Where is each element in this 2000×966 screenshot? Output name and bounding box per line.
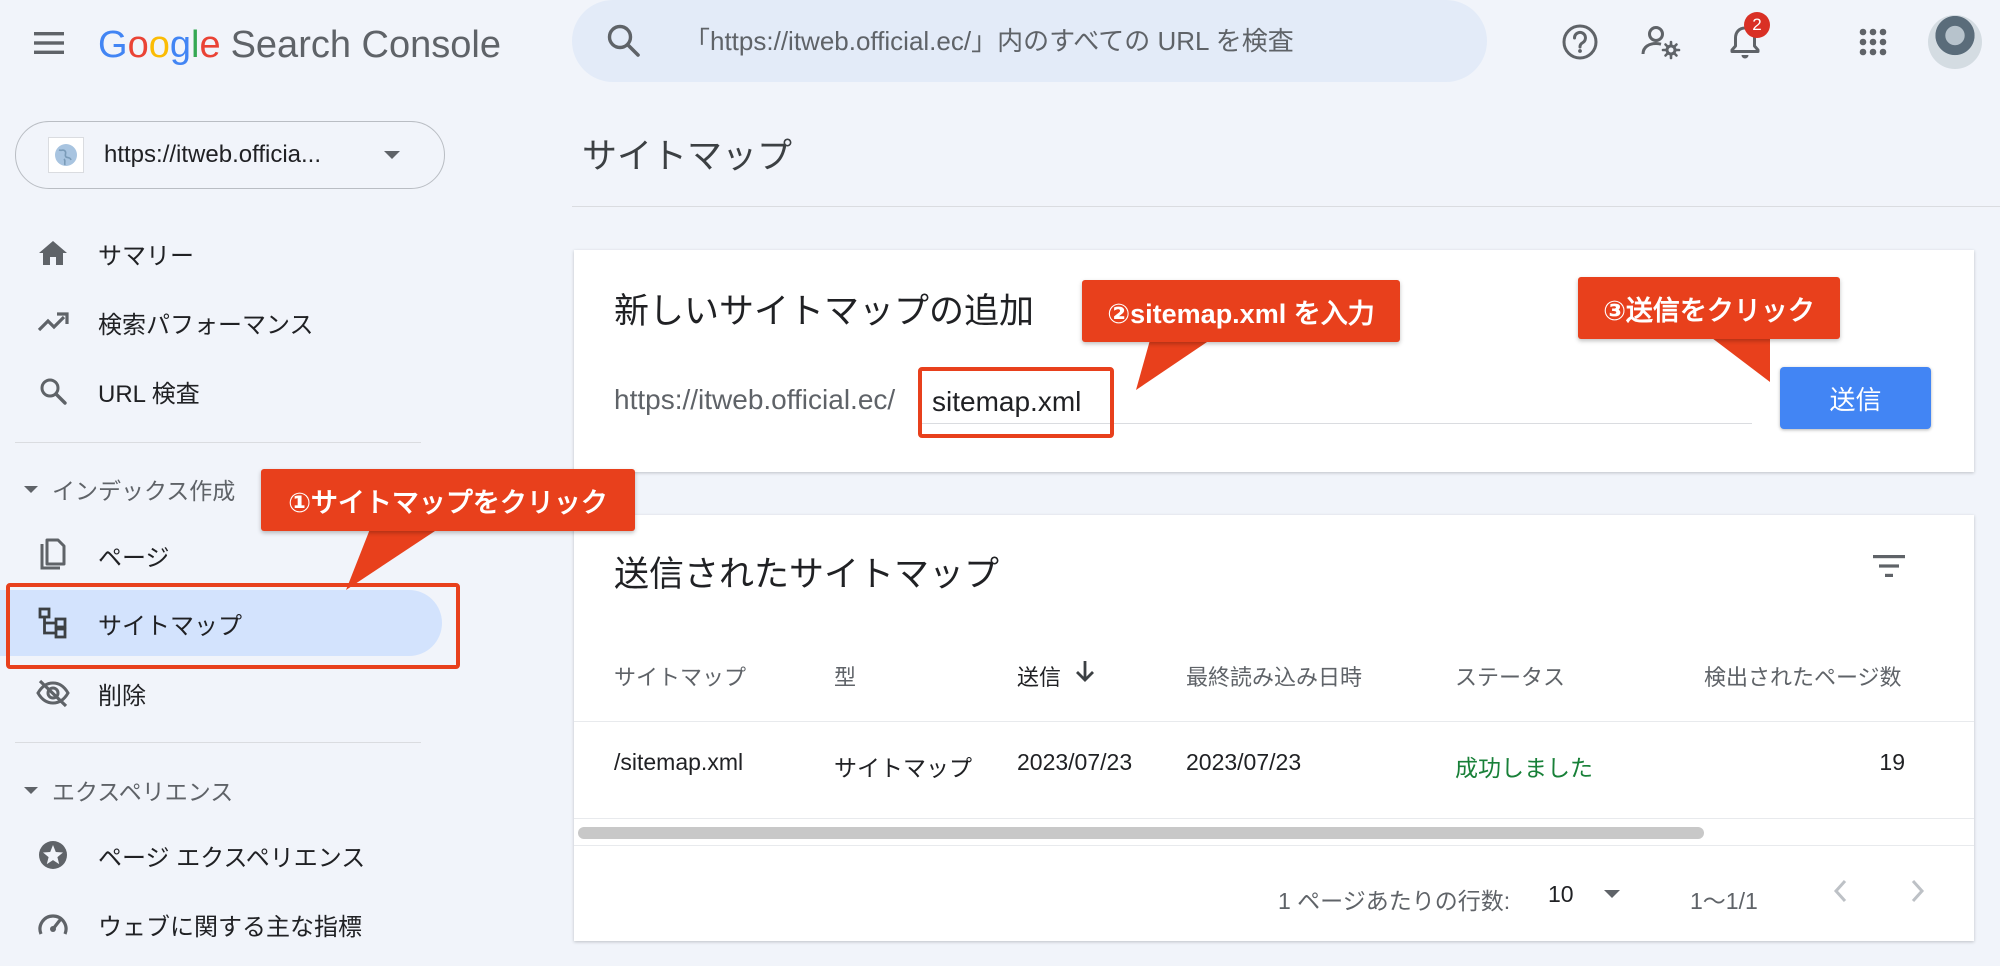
callout-pointer-step3 (1712, 338, 1770, 382)
annotation-step2-label: ②sitemap.xml を入力 (1082, 280, 1400, 342)
callout-pointer-step2 (1136, 340, 1210, 390)
callout-pointer-step1 (346, 529, 438, 590)
annotation-step1-label: ①サイトマップをクリック (261, 469, 635, 531)
annotation-step3-label: ③送信をクリック (1578, 277, 1840, 339)
